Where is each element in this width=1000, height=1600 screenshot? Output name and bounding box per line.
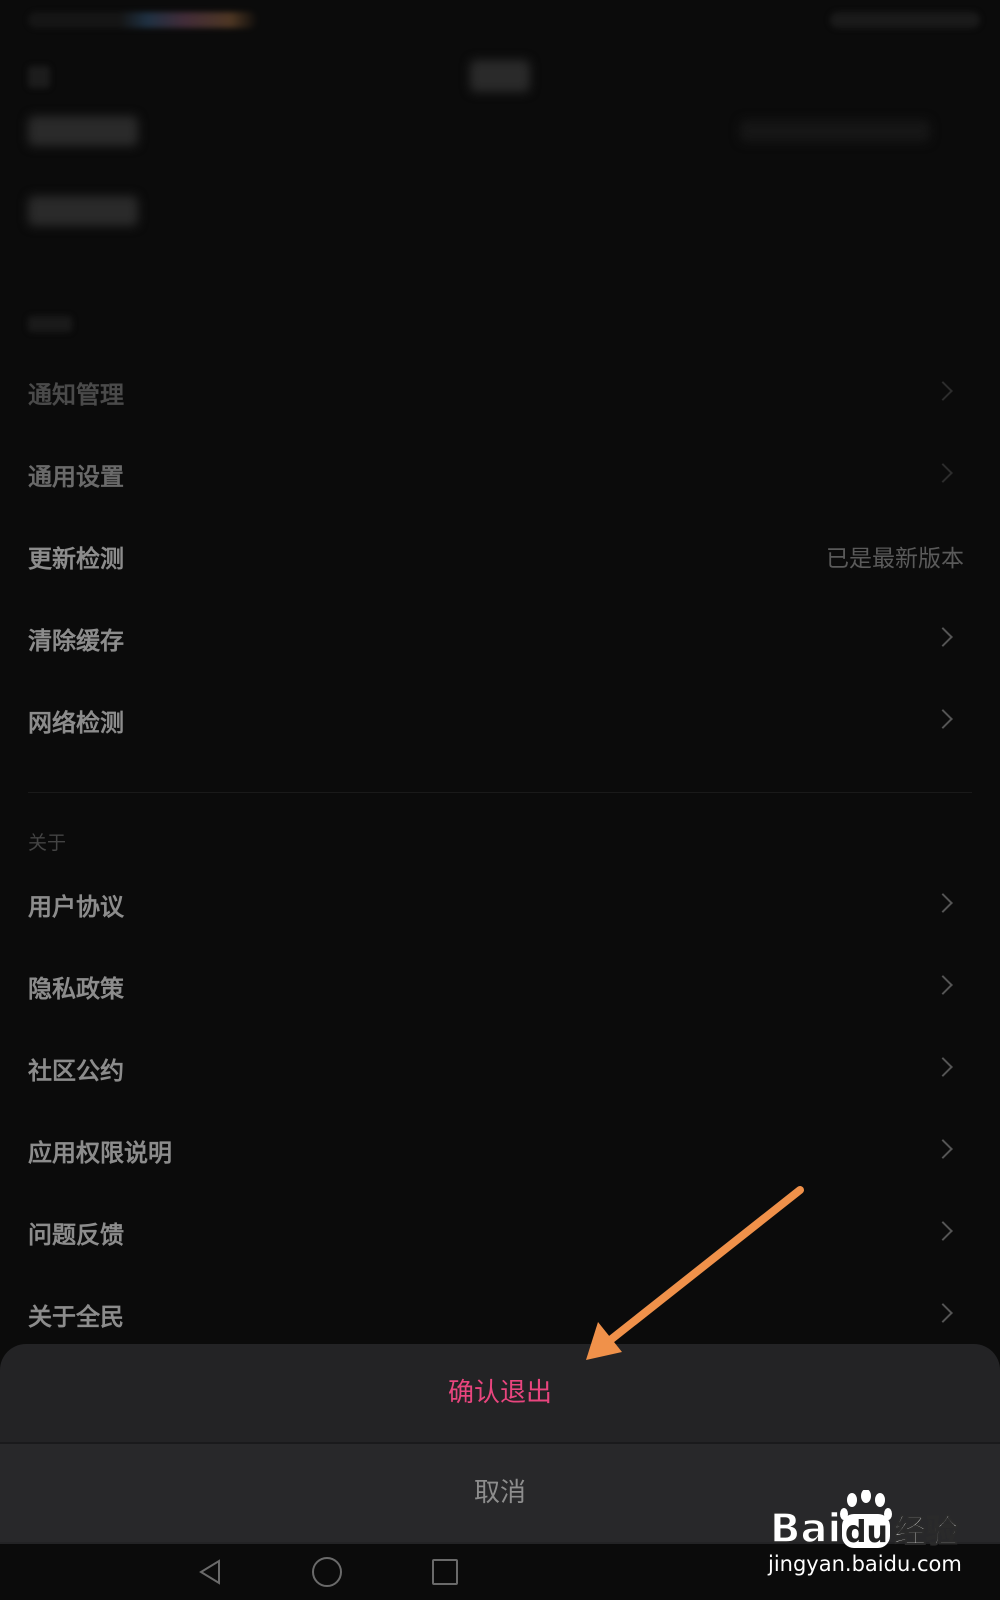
settings-item-user-agreement[interactable]: 用户协议: [0, 866, 1000, 948]
settings-item-clear-cache[interactable]: 清除缓存: [0, 600, 1000, 682]
watermark-url: jingyan.baidu.com: [768, 1552, 962, 1576]
settings-item-general[interactable]: 通用设置: [0, 436, 1000, 518]
settings-item-community-rules[interactable]: 社区公约: [0, 1030, 1000, 1112]
settings-item-label: 用户协议: [28, 893, 124, 921]
svg-text:Bai: Bai: [770, 1506, 841, 1550]
chevron-right-icon: [933, 709, 953, 729]
chevron-right-icon: [933, 1303, 953, 1323]
page-title-blurred: [470, 60, 530, 92]
blurred-row-2: [28, 196, 138, 226]
update-status-value: 已是最新版本: [826, 546, 964, 572]
page-header: [0, 40, 1000, 110]
chevron-right-icon: [933, 1057, 953, 1077]
svg-text:du: du: [845, 1515, 888, 1550]
settings-item-label: 应用权限说明: [28, 1139, 172, 1167]
settings-item-network-check[interactable]: 网络检测: [0, 682, 1000, 764]
settings-item-label: 通知管理: [28, 381, 124, 409]
section-label-about: 关于: [28, 832, 67, 854]
section-divider: [28, 792, 972, 793]
status-bar-right-blurred: [830, 12, 980, 28]
back-icon[interactable]: [28, 66, 50, 88]
blurred-section-label: [28, 316, 72, 332]
settings-item-label: 更新检测: [28, 545, 124, 573]
settings-item-feedback[interactable]: 问题反馈: [0, 1194, 1000, 1276]
settings-item-label: 社区公约: [28, 1057, 124, 1085]
chevron-right-icon: [933, 627, 953, 647]
recent-square-icon[interactable]: [432, 1559, 458, 1585]
settings-item-label: 清除缓存: [28, 627, 124, 655]
home-circle-icon[interactable]: [312, 1557, 342, 1587]
baidu-jingyan-watermark: Bai du 经验 jingyan.baidu.com: [760, 1490, 990, 1590]
chevron-right-icon: [933, 975, 953, 995]
chevron-right-icon: [933, 1139, 953, 1159]
chevron-right-icon: [933, 463, 953, 483]
settings-item-label: 通用设置: [28, 463, 124, 491]
back-triangle-icon[interactable]: [197, 1558, 225, 1586]
chevron-right-icon: [933, 893, 953, 913]
settings-item-update-check[interactable]: 更新检测 已是最新版本: [0, 518, 1000, 600]
status-bar-left-blurred: [28, 12, 258, 28]
settings-item-label: 网络检测: [28, 709, 124, 737]
svg-text:经验: 经验: [894, 1512, 958, 1550]
settings-item-privacy-policy[interactable]: 隐私政策: [0, 948, 1000, 1030]
blurred-row-1-value: [740, 120, 930, 142]
chevron-right-icon: [933, 1221, 953, 1241]
settings-item-label: 问题反馈: [28, 1221, 124, 1249]
settings-item-notifications[interactable]: 通知管理: [0, 354, 1000, 436]
confirm-logout-button[interactable]: 确认退出: [0, 1344, 1000, 1442]
blurred-row-1: [28, 116, 138, 146]
settings-item-label: 隐私政策: [28, 975, 124, 1003]
status-bar: [0, 0, 1000, 40]
baidu-logo: Bai du 经验: [770, 1490, 959, 1550]
settings-item-permissions[interactable]: 应用权限说明: [0, 1112, 1000, 1194]
chevron-right-icon: [933, 381, 953, 401]
